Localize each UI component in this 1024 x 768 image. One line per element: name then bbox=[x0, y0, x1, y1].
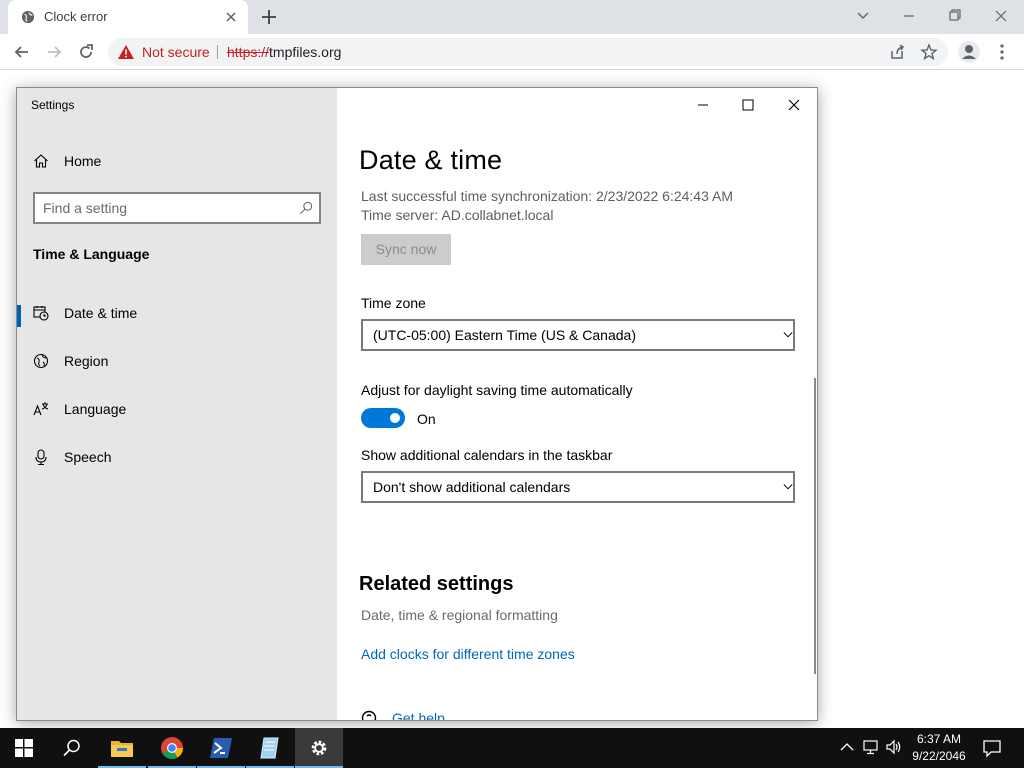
omnibox-separator bbox=[217, 45, 218, 59]
new-tab-icon[interactable] bbox=[260, 8, 278, 26]
globe-favicon-icon bbox=[21, 10, 35, 24]
calendars-dropdown[interactable]: Don't show additional calendars bbox=[361, 471, 795, 503]
dst-toggle-state: On bbox=[417, 411, 436, 427]
calendar-clock-icon bbox=[33, 306, 49, 321]
get-help-icon bbox=[361, 710, 377, 720]
window-title: Settings bbox=[31, 98, 75, 112]
sidebar-item-label: Language bbox=[64, 401, 127, 417]
toggle-knob bbox=[390, 413, 400, 423]
tab-search-chevron-icon[interactable] bbox=[852, 6, 874, 26]
close-tab-icon[interactable] bbox=[222, 8, 240, 26]
calendars-label: Show additional calendars in the taskbar bbox=[361, 447, 613, 463]
taskbar-powershell[interactable] bbox=[197, 728, 245, 768]
search-icon[interactable] bbox=[299, 201, 313, 215]
url-scheme: https:// bbox=[227, 44, 270, 60]
taskbar-search-button[interactable] bbox=[48, 728, 96, 768]
powershell-icon bbox=[210, 738, 232, 758]
taskbar-file-explorer[interactable] bbox=[98, 728, 146, 768]
home-nav-item[interactable]: Home bbox=[33, 152, 323, 172]
reload-icon[interactable] bbox=[76, 42, 96, 62]
volume-icon[interactable] bbox=[885, 738, 903, 756]
home-icon bbox=[34, 154, 48, 168]
regional-formatting-text: Date, time & regional formatting bbox=[361, 607, 558, 623]
taskbar-clock[interactable]: 6:37 AM 9/22/2046 bbox=[905, 731, 973, 765]
calendars-value: Don't show additional calendars bbox=[373, 479, 571, 495]
taskbar: 6:37 AM 9/22/2046 bbox=[0, 728, 1024, 768]
taskbar-settings[interactable] bbox=[295, 728, 343, 768]
settings-content: Date & time Last successful time synchro… bbox=[337, 88, 817, 720]
settings-search-box[interactable] bbox=[33, 192, 321, 224]
dst-toggle[interactable] bbox=[361, 408, 405, 428]
close-window-icon[interactable] bbox=[990, 6, 1012, 26]
restore-icon[interactable] bbox=[944, 6, 966, 26]
maximize-icon[interactable] bbox=[733, 94, 763, 116]
find-setting-input[interactable] bbox=[43, 199, 283, 217]
file-explorer-icon bbox=[111, 741, 133, 757]
last-sync-text: Last successful time synchronization: 2/… bbox=[361, 188, 733, 204]
chevron-down-icon bbox=[783, 332, 793, 338]
add-clocks-link[interactable]: Add clocks for different time zones bbox=[361, 646, 575, 662]
windows-start-icon bbox=[15, 739, 33, 757]
browser-menu-icon[interactable] bbox=[992, 42, 1012, 62]
sidebar-item-language[interactable]: Language bbox=[17, 389, 337, 429]
url-text[interactable]: https://tmpfiles.org bbox=[227, 44, 341, 60]
clock-date: 9/22/2046 bbox=[912, 749, 966, 763]
forward-arrow-icon[interactable] bbox=[44, 42, 64, 62]
share-icon[interactable] bbox=[888, 43, 906, 61]
timezone-value: (UTC-05:00) Eastern Time (US & Canada) bbox=[373, 327, 636, 343]
content-scrollbar[interactable] bbox=[814, 378, 816, 674]
sidebar-item-speech[interactable]: Speech bbox=[17, 437, 337, 477]
minimize-icon[interactable] bbox=[898, 6, 920, 26]
chrome-icon bbox=[161, 737, 183, 759]
chevron-down-icon bbox=[783, 484, 793, 490]
language-icon bbox=[33, 402, 49, 416]
close-icon[interactable] bbox=[779, 94, 809, 116]
clock-time: 6:37 AM bbox=[916, 732, 962, 746]
sidebar-item-region[interactable]: Region bbox=[17, 341, 337, 381]
globe-icon bbox=[33, 353, 49, 369]
settings-window: Settings Home Time & Language Date & tim… bbox=[16, 87, 818, 721]
taskbar-notepad[interactable] bbox=[246, 728, 294, 768]
related-settings-title: Related settings bbox=[359, 573, 514, 595]
timezone-dropdown[interactable]: (UTC-05:00) Eastern Time (US & Canada) bbox=[361, 319, 795, 351]
url-host: tmpfiles.org bbox=[269, 44, 342, 60]
address-bar[interactable]: Not secure https://tmpfiles.org bbox=[108, 38, 948, 66]
sidebar-item-label: Date & time bbox=[64, 305, 138, 321]
bookmark-star-icon[interactable] bbox=[920, 43, 938, 61]
profile-avatar-icon[interactable] bbox=[958, 41, 980, 63]
back-arrow-icon[interactable] bbox=[12, 42, 32, 62]
time-server-text: Time server: AD.collabnet.local bbox=[361, 207, 554, 223]
start-button[interactable] bbox=[0, 728, 48, 768]
network-icon[interactable] bbox=[862, 738, 880, 756]
sidebar-item-label: Speech bbox=[64, 449, 112, 465]
search-icon bbox=[63, 739, 80, 757]
notepad-icon bbox=[260, 737, 279, 759]
minimize-icon[interactable] bbox=[688, 94, 718, 116]
microphone-icon bbox=[35, 449, 47, 465]
group-title: Time & Language bbox=[33, 246, 150, 262]
taskbar-chrome[interactable] bbox=[148, 728, 196, 768]
settings-icon bbox=[311, 740, 327, 756]
sidebar-item-date-time[interactable]: Date & time bbox=[17, 293, 337, 333]
settings-sidebar: Settings Home Time & Language Date & tim… bbox=[17, 88, 337, 720]
action-center-icon[interactable] bbox=[982, 738, 1002, 758]
page-title: Date & time bbox=[359, 145, 503, 175]
sync-now-button[interactable]: Sync now bbox=[361, 234, 451, 265]
get-help-link[interactable]: Get help bbox=[392, 710, 445, 720]
home-label: Home bbox=[64, 153, 102, 169]
not-secure-label[interactable]: Not secure bbox=[142, 44, 210, 60]
tab-title: Clock error bbox=[44, 9, 108, 24]
timezone-label: Time zone bbox=[361, 295, 426, 311]
browser-tabstrip: Clock error bbox=[0, 0, 1024, 34]
show-hidden-icons-chevron-icon[interactable] bbox=[838, 738, 856, 756]
dst-label: Adjust for daylight saving time automati… bbox=[361, 382, 633, 398]
browser-tab[interactable]: Clock error bbox=[8, 0, 248, 34]
sidebar-item-label: Region bbox=[64, 353, 109, 369]
browser-toolbar: Not secure https://tmpfiles.org bbox=[0, 34, 1024, 70]
warning-icon[interactable] bbox=[118, 45, 134, 59]
